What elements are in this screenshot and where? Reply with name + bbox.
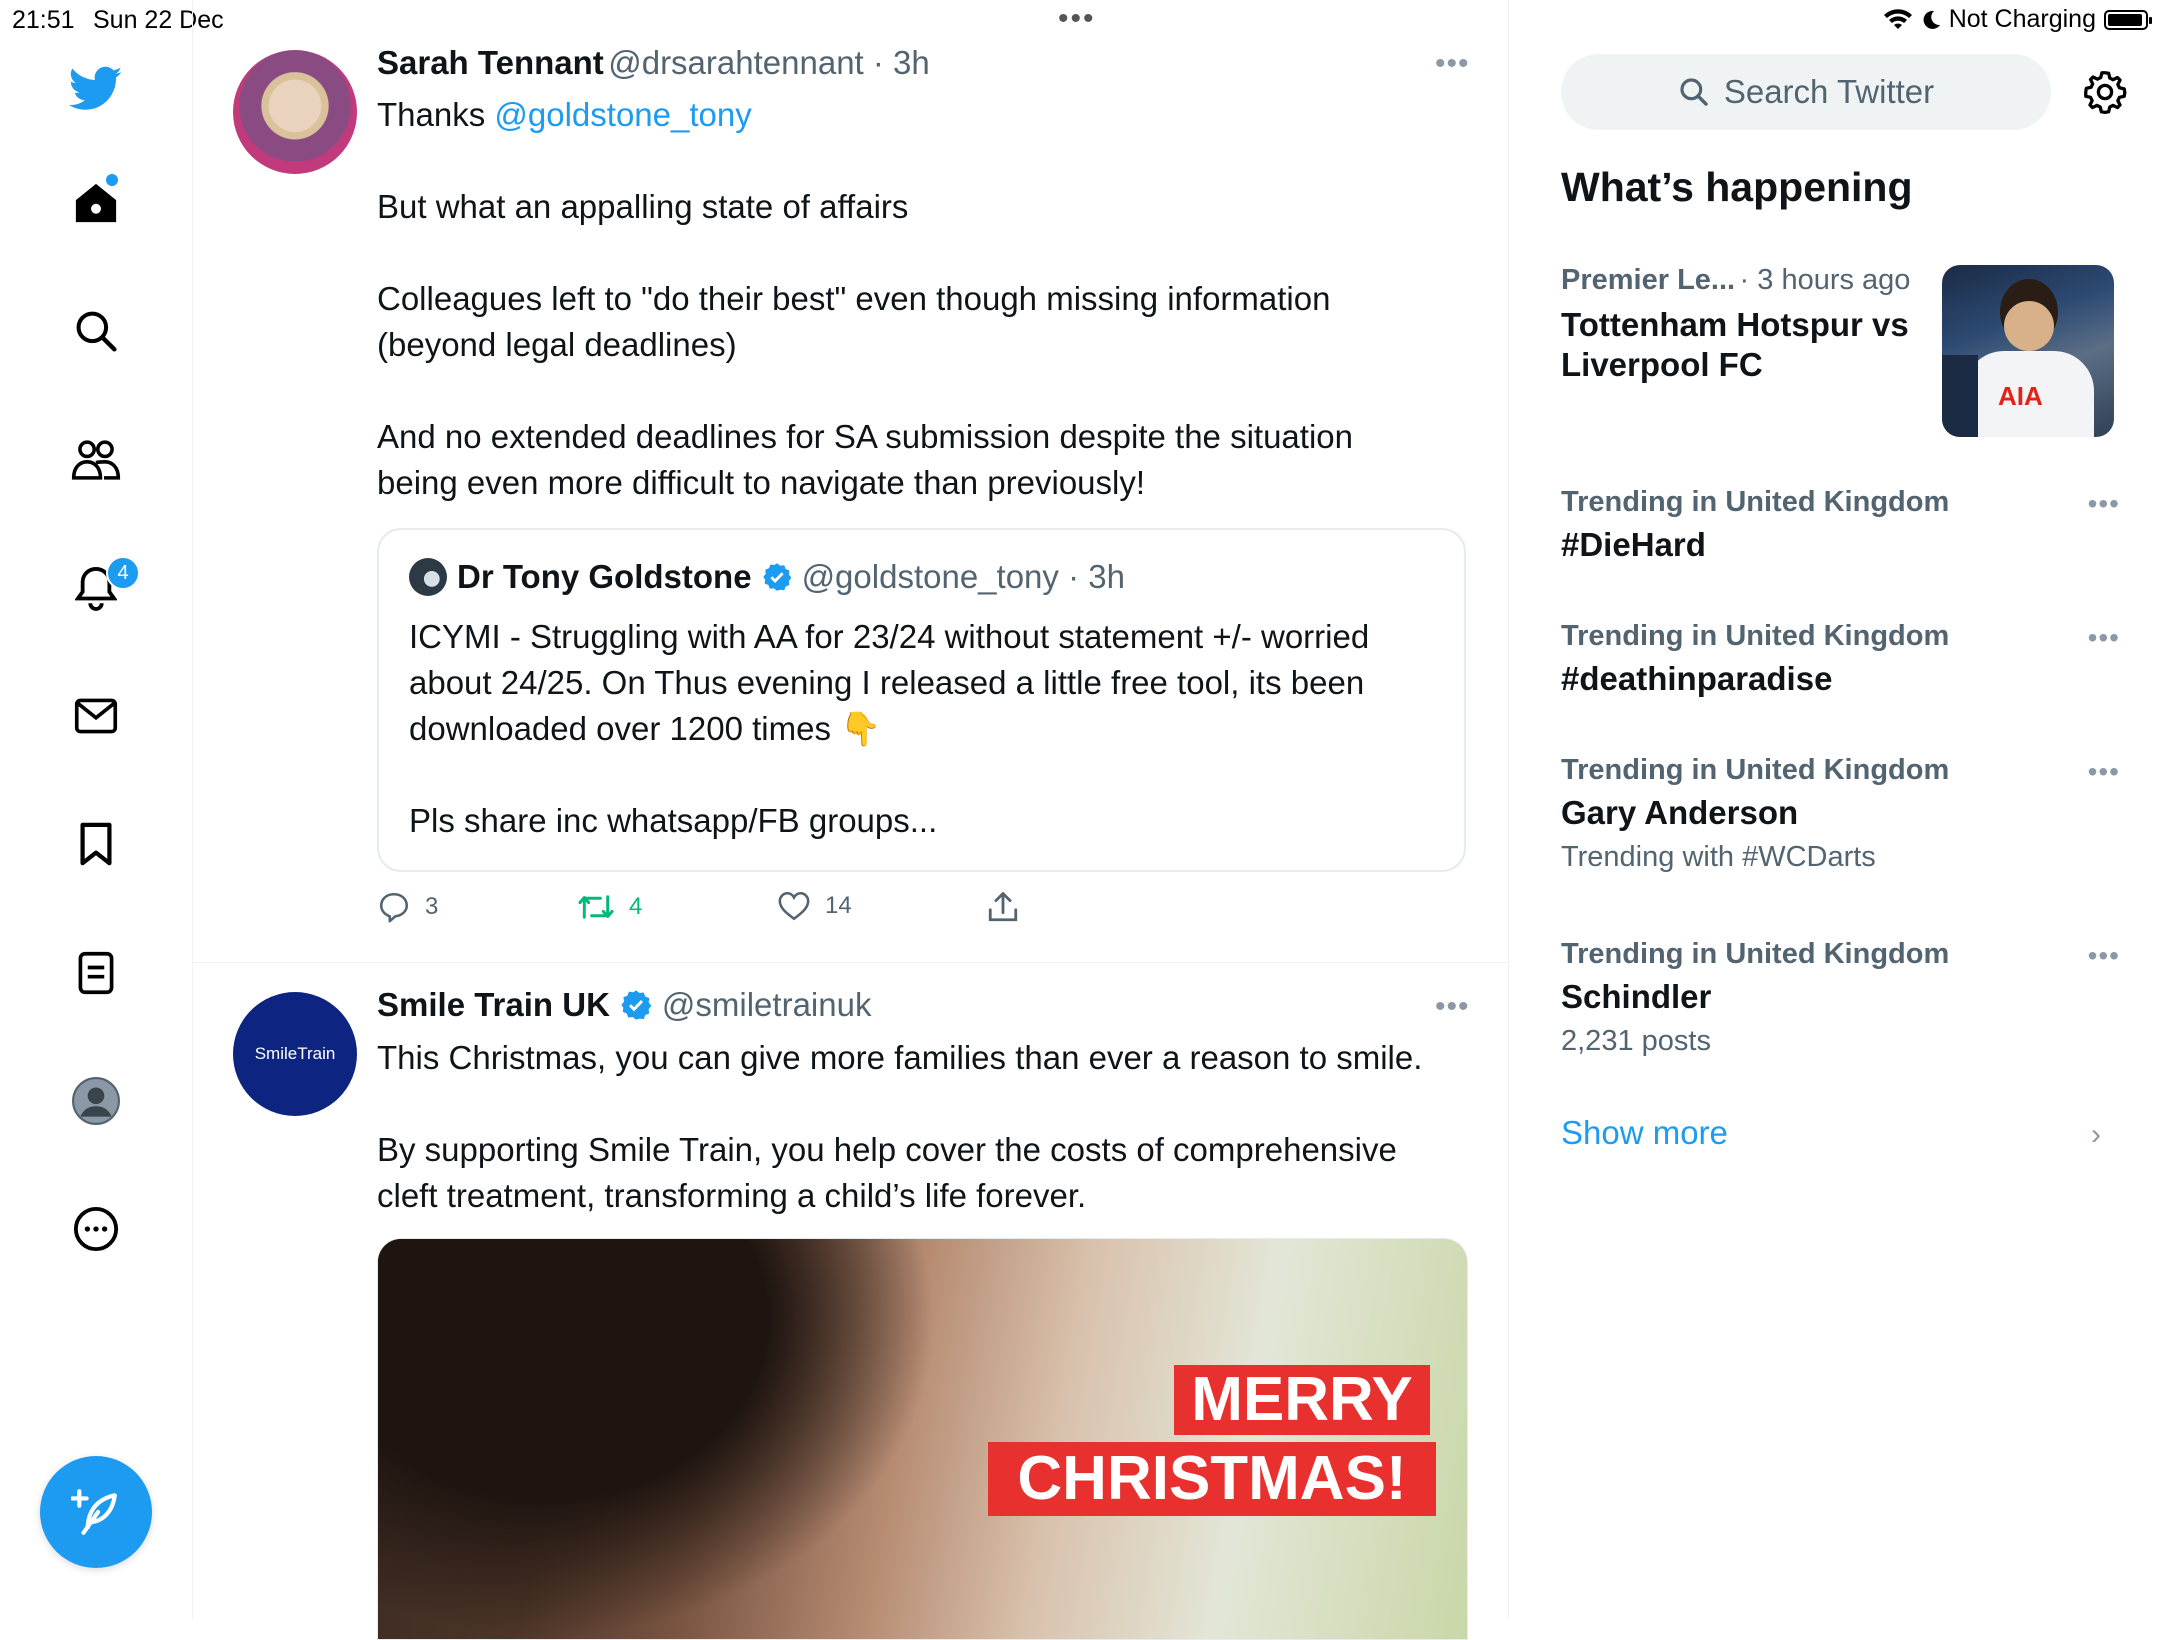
right-sidebar: Search Twitter What’s happening Premier …	[1509, 0, 2160, 1620]
tweet-actions: 3 4 14	[377, 890, 1077, 936]
compose-feather-icon	[71, 1489, 117, 1535]
smile-train-avatar[interactable]: SmileTrain	[233, 992, 357, 1116]
chevron-right-icon[interactable]: ›	[2091, 1118, 2101, 1152]
quoted-tweet[interactable]: Dr Tony Goldstone @goldstone_tony · 3h I…	[377, 528, 1466, 872]
tweet-more-icon[interactable]: •••	[1435, 990, 1470, 1024]
reply-button[interactable]: 3	[377, 890, 438, 924]
communities-icon[interactable]	[63, 427, 129, 493]
trend-item[interactable]: Trending in United Kingdom Gary Anderson…	[1561, 754, 2121, 874]
quoted-tweet-text: ICYMI - Struggling with AA for 23/24 wit…	[409, 618, 1370, 839]
trend-name: Gary Anderson	[1561, 794, 1799, 831]
trend-name: #deathinparadise	[1561, 660, 1833, 697]
merry-text: MERRY	[1174, 1365, 1430, 1435]
trend-meta: Trending in United Kingdom	[1561, 486, 1950, 518]
search-input[interactable]: Search Twitter	[1561, 54, 2051, 130]
author-name[interactable]: Sarah Tennant	[377, 44, 604, 81]
lists-icon[interactable]	[63, 940, 129, 1006]
tweet-body: This Christmas, you can give more famili…	[377, 1039, 1423, 1214]
profile-avatar-icon[interactable]	[63, 1068, 129, 1134]
share-button[interactable]	[987, 890, 1019, 924]
tweet-more-icon[interactable]: •••	[1435, 47, 1470, 81]
search-icon	[1680, 78, 1708, 106]
sarah-tennant-avatar[interactable]	[233, 50, 357, 174]
shirt-sponsor-text: AIA	[1998, 381, 2043, 411]
smile-train-logo-text: SmileTrain	[254, 1044, 336, 1063]
quoted-avatar	[409, 558, 447, 596]
messages-mail-icon[interactable]	[63, 683, 129, 749]
retweet-icon	[578, 895, 614, 919]
mention-link[interactable]: @goldstone_tony	[494, 96, 751, 133]
author-handle[interactable]: @drsarahtennant · 3h	[608, 44, 930, 81]
more-options-icon[interactable]	[63, 1196, 129, 1262]
tweet-text-prefix: Thanks	[377, 96, 495, 133]
trend-more-icon[interactable]: •••	[2088, 756, 2120, 788]
trend-post-count: 2,231 posts	[1561, 1025, 1711, 1057]
quoted-author-name: Dr Tony Goldstone	[457, 558, 752, 595]
player-sleeve	[1942, 355, 1978, 437]
home-new-indicator	[106, 174, 118, 186]
reply-icon	[379, 892, 409, 923]
whats-happening-heading: What’s happening	[1561, 164, 1913, 210]
trend-more-icon[interactable]: •••	[2088, 622, 2120, 654]
notifications-badge: 4	[106, 556, 140, 590]
quoted-author-handle: @goldstone_tony · 3h	[801, 558, 1125, 595]
trend-item[interactable]: Trending in United Kingdom Schindler 2,2…	[1561, 938, 2121, 1058]
featured-trend[interactable]: Premier Le... · 3 hours ago Tottenham Ho…	[1561, 264, 1941, 385]
tweet-divider	[192, 962, 1508, 963]
featured-trend-image[interactable]: AIA	[1942, 265, 2114, 437]
trend-item[interactable]: Trending in United Kingdom #DieHard	[1561, 486, 2121, 565]
twitter-logo-icon[interactable]	[63, 56, 129, 122]
show-more-link[interactable]: Show more	[1561, 1114, 1728, 1152]
left-nav: 4	[0, 0, 193, 1620]
like-button[interactable]: 14	[777, 890, 852, 922]
settings-gear-icon[interactable]	[2077, 64, 2133, 120]
media-photo-hair	[378, 1239, 938, 1639]
retweet-button[interactable]: 4	[577, 890, 642, 924]
share-icon	[988, 892, 1018, 922]
explore-search-icon[interactable]	[63, 298, 129, 364]
trend-context: Trending with #WCDarts	[1561, 841, 1876, 873]
search-placeholder: Search Twitter	[1723, 73, 1935, 110]
featured-title: Tottenham Hotspur vs Liverpool FC	[1561, 306, 1909, 383]
tweet-media-image[interactable]: MERRY CHRISTMAS!	[377, 1238, 1468, 1640]
retweet-count: 4	[629, 893, 643, 920]
trend-meta: Trending in United Kingdom	[1561, 938, 1950, 970]
reply-count: 3	[425, 893, 439, 920]
featured-category: Premier Le...	[1561, 264, 1736, 296]
bookmarks-icon[interactable]	[63, 811, 129, 877]
quoted-tweet-header: Dr Tony Goldstone @goldstone_tony · 3h	[409, 558, 1125, 596]
like-count: 14	[825, 892, 852, 919]
trend-name: Schindler	[1561, 978, 1712, 1015]
verified-badge-icon	[621, 990, 652, 1020]
tweet-body: But what an appalling state of affairs C…	[377, 188, 1353, 501]
trend-meta: Trending in United Kingdom	[1561, 620, 1950, 652]
trend-name: #DieHard	[1561, 526, 1706, 563]
author-handle[interactable]: @smiletrainuk	[662, 986, 872, 1024]
author-name[interactable]: Smile Train UK	[377, 986, 610, 1024]
tweet-text-intro: Thanks @goldstone_tony	[377, 92, 752, 138]
trend-item[interactable]: Trending in United Kingdom #deathinparad…	[1561, 620, 2121, 699]
christmas-text: CHRISTMAS!	[988, 1442, 1436, 1516]
heart-icon	[778, 891, 810, 921]
player-face	[2004, 301, 2054, 351]
verified-badge-icon	[762, 563, 791, 591]
home-icon[interactable]	[63, 170, 129, 236]
compose-tweet-button[interactable]	[40, 1456, 152, 1568]
trend-more-icon[interactable]: •••	[2088, 940, 2120, 972]
trend-meta: Trending in United Kingdom	[1561, 754, 1950, 786]
featured-time: · 3 hours ago	[1739, 264, 1911, 296]
timeline: Sarah Tennant @drsarahtennant · 3h ••• T…	[192, 0, 1509, 1640]
trend-more-icon[interactable]: •••	[2088, 488, 2120, 520]
tweet-header: Sarah Tennant @drsarahtennant · 3h	[377, 44, 930, 82]
tweet-header: Smile Train UK @smiletrainuk	[377, 986, 871, 1024]
